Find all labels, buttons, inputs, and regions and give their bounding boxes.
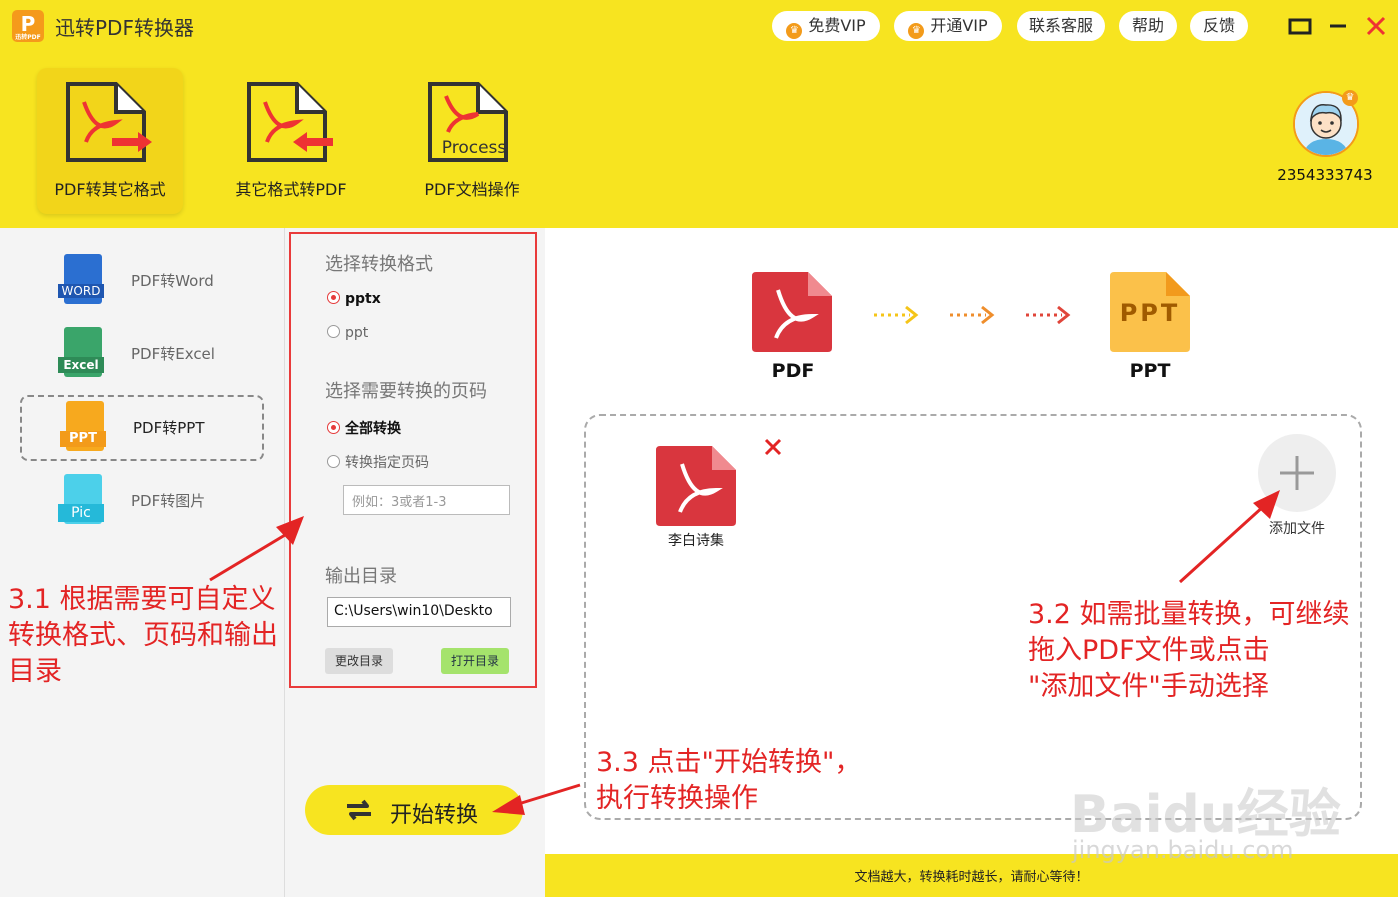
annotation-line: 3.3 点击"开始转换"， — [596, 747, 862, 778]
annotation-step-3-1: 3.1 根据需要可自定义 转换格式、页码和输出 目录 — [8, 582, 278, 690]
annotation-line: 执行转换操作 — [596, 783, 758, 814]
annotation-step-3-3: 3.3 点击"开始转换"， 执行转换操作 — [596, 745, 861, 817]
annotation-line: 3.2 如需批量转换，可继续 — [1028, 599, 1350, 630]
annotation-line: 拖入PDF文件或点击 — [1028, 635, 1270, 666]
annotation-line: "添加文件"手动选择 — [1028, 671, 1269, 702]
annotation-line: 目录 — [8, 656, 62, 687]
annotation-line: 3.1 根据需要可自定义 — [8, 584, 276, 615]
annotation-step-3-2: 3.2 如需批量转换，可继续 拖入PDF文件或点击 "添加文件"手动选择 — [1028, 597, 1350, 705]
annotation-line: 转换格式、页码和输出 — [8, 620, 278, 651]
